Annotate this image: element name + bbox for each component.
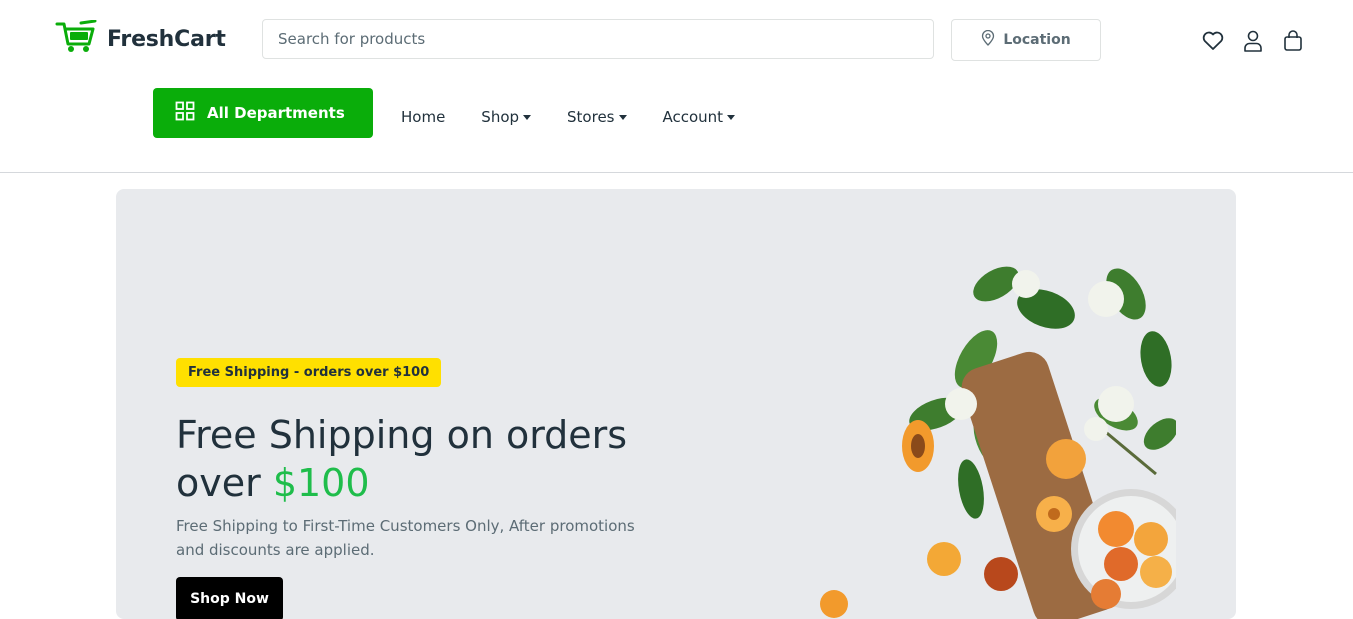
nav-label: Account (662, 108, 724, 126)
grid-icon (175, 101, 195, 125)
shopping-bag-icon[interactable] (1281, 29, 1305, 53)
shopping-cart-logo-icon (55, 19, 97, 58)
nav-label: Stores (567, 108, 615, 126)
caret-down-icon (618, 115, 627, 120)
hero-title: Free Shipping on orders over $100 (176, 411, 696, 507)
nav-label: Home (401, 108, 446, 126)
nav-label: Shop (481, 108, 520, 126)
search-input[interactable] (262, 19, 934, 59)
all-departments-label: All Departments (207, 104, 345, 122)
site-header: FreshCart Location (0, 0, 1353, 173)
map-pin-icon (981, 29, 995, 50)
nav-item-account[interactable]: Account (663, 108, 736, 126)
nav-item-home[interactable]: Home (401, 108, 445, 126)
main-nav: Home Shop Stores Account (401, 108, 736, 126)
nav-item-shop[interactable]: Shop (481, 108, 532, 126)
logo[interactable]: FreshCart (55, 19, 226, 58)
brand-name: FreshCart (107, 26, 226, 52)
caret-down-icon (523, 115, 532, 120)
user-icon[interactable] (1241, 29, 1265, 53)
hero-description: Free Shipping to First-Time Customers On… (176, 517, 635, 559)
location-button[interactable]: Location (951, 19, 1101, 61)
hero-title-line2: over (176, 461, 273, 505)
all-departments-button[interactable]: All Departments (153, 88, 373, 138)
shop-now-button[interactable]: Shop Now (176, 577, 283, 619)
nav-item-stores[interactable]: Stores (567, 108, 627, 126)
fruit-illustration (820, 266, 1176, 619)
hero-title-line1: Free Shipping on orders (176, 413, 628, 457)
caret-down-icon (727, 115, 736, 120)
location-label: Location (1003, 32, 1071, 48)
hero-banner: Free Shipping - orders over $100 Free Sh… (116, 189, 1236, 619)
hero-title-accent: $100 (272, 461, 370, 505)
heart-icon[interactable] (1201, 29, 1225, 53)
free-shipping-badge: Free Shipping - orders over $100 (176, 358, 442, 387)
header-actions (1201, 29, 1305, 53)
